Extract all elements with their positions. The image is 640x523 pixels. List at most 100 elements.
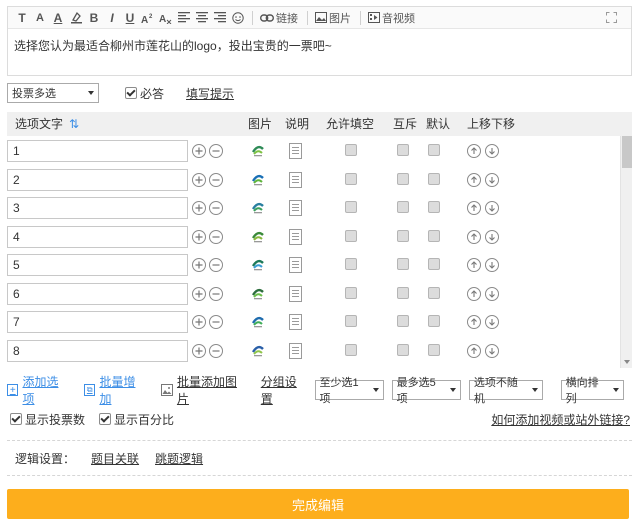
question-link-button[interactable]: 题目关联 — [91, 450, 139, 467]
layout-dropdown[interactable]: 横向排列 — [560, 377, 624, 405]
default-checkbox[interactable] — [428, 315, 440, 327]
exclusive-checkbox[interactable] — [397, 201, 409, 213]
show-votes-option[interactable]: 显示投票数 — [10, 411, 85, 428]
logo-thumbnail[interactable] — [251, 286, 265, 300]
align-right-icon[interactable] — [212, 9, 228, 27]
move-down-icon[interactable] — [485, 144, 499, 158]
move-up-icon[interactable] — [467, 229, 481, 244]
description-icon[interactable] — [289, 228, 302, 245]
help-link[interactable]: 如何添加视频或站外链接? — [491, 411, 630, 428]
add-row-icon[interactable] — [192, 258, 206, 272]
font-family-button[interactable]: T — [14, 9, 30, 27]
exclusive-checkbox[interactable] — [397, 172, 409, 185]
add-row-icon[interactable] — [192, 286, 206, 301]
add-option-button[interactable]: + 添加选项 — [7, 373, 68, 407]
question-type-select[interactable]: 投票多选 — [7, 83, 99, 103]
remove-row-icon[interactable] — [209, 229, 223, 244]
batch-add-image-button[interactable]: 批量添加图片 — [160, 373, 245, 407]
superscript-icon[interactable]: A2 — [140, 9, 156, 27]
required-checkbox[interactable] — [125, 87, 137, 99]
media-button[interactable]: 音视频 — [365, 9, 418, 27]
logo-thumbnail[interactable] — [251, 172, 265, 186]
move-down-icon[interactable] — [485, 286, 499, 301]
exclusive-checkbox[interactable] — [397, 144, 409, 156]
finish-edit-button[interactable]: 完成编辑 — [7, 489, 629, 519]
description-icon[interactable] — [289, 200, 302, 216]
align-left-icon[interactable] — [176, 9, 192, 27]
align-center-icon[interactable] — [194, 9, 210, 27]
add-row-icon[interactable] — [192, 172, 206, 187]
underline-button[interactable]: U — [122, 9, 138, 27]
font-size-button[interactable]: A — [32, 9, 48, 27]
allow-fill-checkbox[interactable] — [345, 315, 357, 327]
move-up-icon[interactable] — [467, 172, 481, 187]
scroll-down-arrow[interactable] — [624, 360, 630, 364]
fullscreen-icon[interactable] — [603, 9, 619, 27]
description-icon[interactable] — [289, 285, 302, 302]
allow-fill-checkbox[interactable] — [345, 286, 357, 299]
add-row-icon[interactable] — [192, 343, 206, 358]
remove-row-icon[interactable] — [209, 343, 223, 358]
description-icon[interactable] — [289, 171, 302, 188]
required-toggle[interactable]: 必答 — [125, 85, 164, 102]
remove-row-icon[interactable] — [209, 201, 223, 215]
move-down-icon[interactable] — [485, 172, 499, 187]
italic-button[interactable]: I — [104, 9, 120, 27]
add-row-icon[interactable] — [192, 144, 206, 158]
exclusive-checkbox[interactable] — [397, 286, 409, 299]
remove-row-icon[interactable] — [209, 315, 223, 329]
option-text-input[interactable]: 4 — [7, 225, 188, 248]
description-icon[interactable] — [289, 342, 302, 359]
default-checkbox[interactable] — [428, 343, 440, 356]
option-text-input[interactable]: 5 — [7, 254, 188, 276]
option-text-input[interactable]: 6 — [7, 282, 188, 305]
allow-fill-checkbox[interactable] — [345, 258, 357, 270]
remove-row-icon[interactable] — [209, 172, 223, 187]
remove-row-icon[interactable] — [209, 258, 223, 272]
add-row-icon[interactable] — [192, 229, 206, 244]
hint-link[interactable]: 填写提示 — [186, 85, 234, 102]
clear-format-icon[interactable]: A — [158, 9, 174, 27]
random-dropdown[interactable]: 选项不随机 — [468, 377, 543, 405]
move-up-icon[interactable] — [467, 258, 481, 272]
move-up-icon[interactable] — [467, 343, 481, 358]
allow-fill-checkbox[interactable] — [345, 144, 357, 156]
allow-fill-checkbox[interactable] — [345, 229, 357, 242]
jump-logic-button[interactable]: 跳题逻辑 — [155, 450, 203, 467]
add-row-icon[interactable] — [192, 315, 206, 329]
description-icon[interactable] — [289, 143, 302, 159]
logo-thumbnail[interactable] — [251, 143, 265, 157]
bold-button[interactable]: B — [86, 9, 102, 27]
image-button[interactable]: 图片 — [312, 9, 354, 27]
scrollbar-thumb[interactable] — [622, 136, 632, 168]
allow-fill-checkbox[interactable] — [345, 343, 357, 356]
move-down-icon[interactable] — [485, 315, 499, 329]
show-percent-option[interactable]: 显示百分比 — [99, 411, 174, 428]
question-text[interactable]: 选择您认为最适合柳州市莲花山的logo，投出宝贵的一票吧~ — [8, 29, 631, 62]
logo-thumbnail[interactable] — [251, 229, 265, 243]
move-down-icon[interactable] — [485, 258, 499, 272]
font-color-button[interactable]: A — [50, 9, 66, 27]
description-icon[interactable] — [289, 314, 302, 330]
group-settings-link[interactable]: 分组设置 — [261, 373, 307, 407]
exclusive-checkbox[interactable] — [397, 343, 409, 356]
move-down-icon[interactable] — [485, 201, 499, 215]
default-checkbox[interactable] — [428, 172, 440, 185]
table-scrollbar[interactable] — [620, 136, 632, 368]
show-votes-checkbox[interactable] — [10, 413, 22, 425]
default-checkbox[interactable] — [428, 229, 440, 242]
exclusive-checkbox[interactable] — [397, 229, 409, 242]
option-text-input[interactable]: 2 — [7, 168, 188, 191]
option-text-input[interactable]: 8 — [7, 339, 188, 362]
move-up-icon[interactable] — [467, 315, 481, 329]
move-up-icon[interactable] — [467, 286, 481, 301]
option-text-input[interactable]: 3 — [7, 197, 188, 219]
add-row-icon[interactable] — [192, 201, 206, 215]
logo-thumbnail[interactable] — [251, 314, 265, 328]
move-up-icon[interactable] — [467, 144, 481, 158]
logo-thumbnail[interactable] — [251, 257, 265, 271]
remove-row-icon[interactable] — [209, 144, 223, 158]
option-text-input[interactable]: 1 — [7, 140, 188, 162]
default-checkbox[interactable] — [428, 201, 440, 213]
sort-icon[interactable]: ⇅ — [69, 117, 79, 131]
